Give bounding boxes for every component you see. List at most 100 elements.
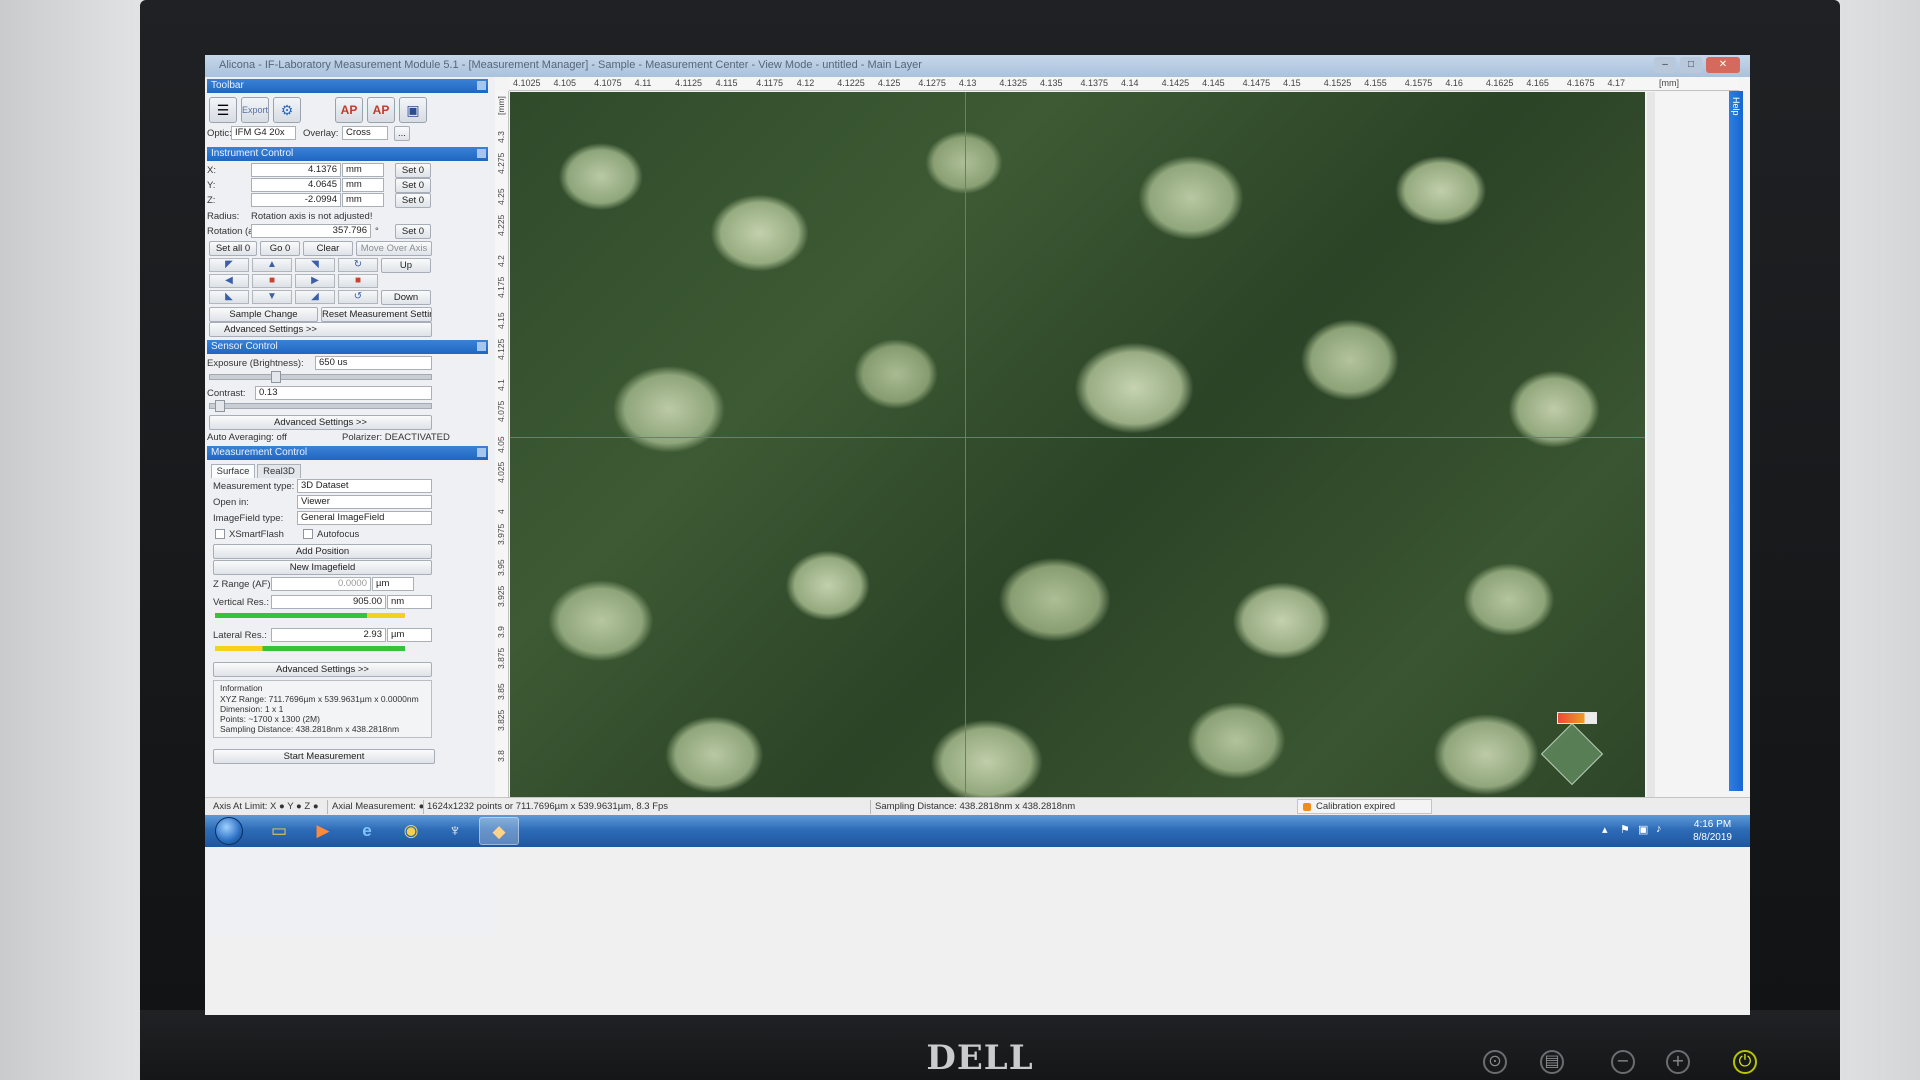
reset-measurement-button[interactable]: Reset Measurement Settings (321, 307, 432, 322)
left-ruler-unit: [mm] (496, 96, 506, 115)
move-down-left-icon[interactable]: ◣ (209, 290, 249, 304)
help-panel-tab[interactable]: Help (1729, 91, 1743, 791)
exposure-field[interactable]: 650 us (315, 356, 432, 370)
viewer-scrollbar[interactable] (1647, 92, 1655, 797)
left-ruler-label: 4.075 (496, 400, 506, 422)
optic-select[interactable]: IFM G4 20x (231, 126, 296, 140)
overlay-select[interactable]: Cross (342, 126, 388, 140)
open-in-select[interactable]: Viewer (297, 495, 432, 509)
measurement-advanced-button[interactable]: Advanced Settings >> (213, 662, 432, 677)
lateral-res-field[interactable]: 2.93 (271, 628, 386, 642)
go0-button[interactable]: Go 0 (260, 241, 300, 256)
top-ruler-label: 4.12 (796, 78, 815, 88)
lateral-res-unit-select[interactable]: µm (387, 628, 432, 642)
ie-icon[interactable]: e (347, 817, 387, 845)
clear-button[interactable]: Clear (303, 241, 353, 256)
move-over-axis-button[interactable]: Move Over Axis (356, 241, 432, 256)
y-set0-button[interactable]: Set 0 (395, 178, 431, 193)
vertical-res-field[interactable]: 905.00 (271, 595, 386, 609)
exposure-slider-thumb[interactable] (271, 371, 281, 383)
rotation-set0-button[interactable]: Set 0 (395, 224, 431, 239)
x-set0-button[interactable]: Set 0 (395, 163, 431, 178)
start-button-icon[interactable] (215, 817, 243, 845)
monitor-menu-icon[interactable]: ▤ (1540, 1050, 1564, 1074)
z-up-button[interactable]: Up (381, 258, 431, 273)
top-ruler-label: 4.1125 (675, 78, 702, 88)
xsmartflash-checkbox[interactable] (215, 529, 225, 539)
zrange-unit-select[interactable]: µm (372, 577, 414, 591)
move-up-right-icon[interactable]: ◥ (295, 258, 335, 272)
list-icon[interactable]: ☰ (209, 97, 237, 123)
move-up-icon[interactable]: ▲ (252, 258, 292, 272)
media-player-icon[interactable]: ▶ (303, 817, 343, 845)
system-clock[interactable]: 4:16 PM 8/8/2019 (1693, 818, 1732, 844)
exposure-slider[interactable] (209, 374, 432, 380)
new-imagefield-button[interactable]: New Imagefield (213, 560, 432, 575)
instrument-header-label: Instrument Control (211, 148, 294, 159)
lateral-res-quality-bar (215, 646, 405, 651)
settings-icon[interactable]: ⚙ (273, 97, 301, 123)
monitor-power-icon[interactable]: ⏻ (1733, 1050, 1757, 1074)
network-icon[interactable]: ▣ (1638, 823, 1648, 836)
stop-icon[interactable]: ■ (252, 274, 292, 288)
export-icon[interactable]: Export (241, 97, 269, 123)
chrome-icon[interactable]: ◉ (391, 817, 431, 845)
app-icon[interactable]: ♆ (435, 817, 475, 845)
z-down-button[interactable]: Down (381, 290, 431, 305)
z-field[interactable]: -2.0994 (251, 193, 341, 207)
rotate-cw-icon[interactable]: ↻ (338, 258, 378, 272)
tab-surface[interactable]: Surface (211, 464, 255, 478)
minimize-button[interactable]: – (1654, 57, 1676, 73)
move-down-right-icon[interactable]: ◢ (295, 290, 335, 304)
calibration-status-badge[interactable]: Calibration expired (1297, 799, 1432, 814)
z-set0-button[interactable]: Set 0 (395, 193, 431, 208)
rotate-ccw-icon[interactable]: ↺ (338, 290, 378, 304)
start-measurement-button[interactable]: Start Measurement (213, 749, 435, 764)
move-left-icon[interactable]: ◀ (209, 274, 249, 288)
rotation-field[interactable]: 357.796 (251, 224, 371, 238)
microscope-live-image[interactable] (510, 92, 1645, 797)
move-right-icon[interactable]: ▶ (295, 274, 335, 288)
alicona-icon[interactable]: ◆ (479, 817, 519, 845)
zrange-field[interactable]: 0.0000 (271, 577, 371, 591)
set-all0-button[interactable]: Set all 0 (209, 241, 257, 256)
move-up-left-icon[interactable]: ◤ (209, 258, 249, 272)
autofocus-checkbox[interactable] (303, 529, 313, 539)
monitor-minus-icon[interactable]: − (1611, 1050, 1635, 1074)
monitor-input-icon[interactable]: ⊙ (1483, 1050, 1507, 1074)
instrument-advanced-button[interactable]: Advanced Settings >> (209, 322, 432, 337)
navigation-pad-icon[interactable] (1540, 722, 1604, 786)
add-position-button[interactable]: Add Position (213, 544, 432, 559)
volume-icon[interactable]: ♪ (1656, 823, 1662, 835)
y-unit-select[interactable]: mm (342, 178, 384, 192)
contrast-slider-thumb[interactable] (215, 400, 225, 412)
flag-icon[interactable]: ⚑ (1620, 823, 1630, 836)
tab-real3d[interactable]: Real3D (257, 464, 301, 478)
close-button[interactable]: ✕ (1706, 57, 1740, 73)
ap2-icon[interactable]: AP (367, 97, 395, 123)
battery-indicator-icon (1557, 712, 1597, 724)
measurement-type-select[interactable]: 3D Dataset (297, 479, 432, 493)
move-down-icon[interactable]: ▼ (252, 290, 292, 304)
sample-change-button[interactable]: Sample Change (209, 307, 318, 322)
axial-measurement-status: Axial Measurement: ● (332, 801, 425, 812)
contrast-slider[interactable] (209, 403, 432, 409)
stop-rotation-icon[interactable]: ■ (338, 274, 378, 288)
screenshot-icon[interactable]: ▣ (399, 97, 427, 123)
imagefield-type-select[interactable]: General ImageField (297, 511, 432, 525)
sensor-advanced-button[interactable]: Advanced Settings >> (209, 415, 432, 430)
tray-expand-icon[interactable]: ▴ (1602, 823, 1608, 836)
ap-icon[interactable]: AP (335, 97, 363, 123)
maximize-button[interactable]: □ (1680, 57, 1702, 73)
z-unit-select[interactable]: mm (342, 193, 384, 207)
monitor-plus-icon[interactable]: + (1666, 1050, 1690, 1074)
x-unit-select[interactable]: mm (342, 163, 384, 177)
radius-value: Rotation axis is not adjusted! (251, 211, 373, 222)
left-ruler-label: 3.875 (496, 647, 506, 670)
x-field[interactable]: 4.1376 (251, 163, 341, 177)
folder-icon[interactable]: ▭ (259, 817, 299, 845)
contrast-field[interactable]: 0.13 (255, 386, 432, 400)
overlay-more-button[interactable]: ... (394, 126, 410, 141)
vertical-res-unit-select[interactable]: nm (387, 595, 432, 609)
y-field[interactable]: 4.0645 (251, 178, 341, 192)
